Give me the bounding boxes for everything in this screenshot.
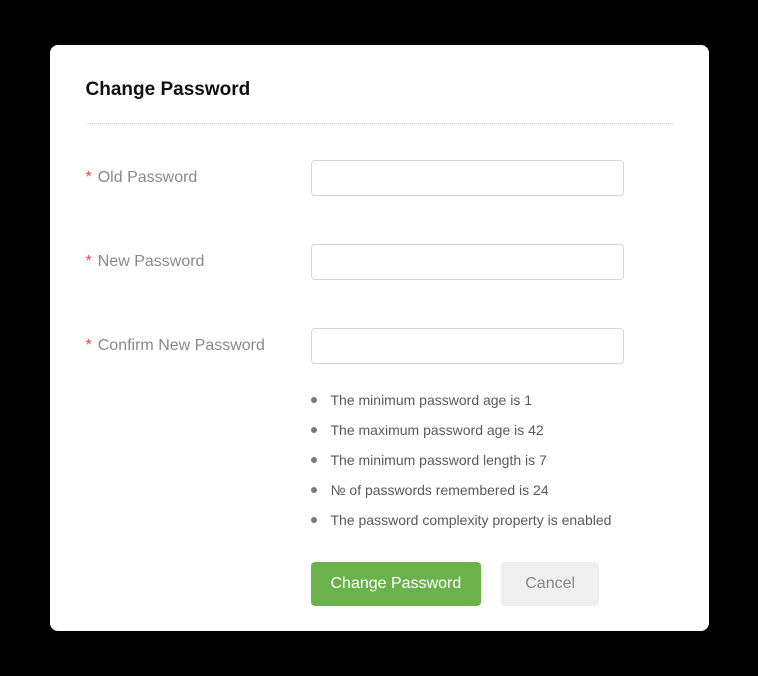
rule-text: The password complexity property is enab…: [331, 512, 612, 528]
list-item: The maximum password age is 42: [311, 422, 612, 438]
password-rules-list: The minimum password age is 1 The maximu…: [311, 392, 612, 528]
form-row-new-password: * New Password: [86, 244, 673, 280]
confirm-password-field[interactable]: [311, 328, 624, 364]
form-row-old-password: * Old Password: [86, 160, 673, 196]
bullet-icon: [311, 397, 317, 403]
bullet-icon: [311, 487, 317, 493]
confirm-password-label: * Confirm New Password: [86, 337, 311, 355]
list-item: The minimum password length is 7: [311, 452, 612, 468]
required-indicator: *: [86, 169, 92, 187]
label-text: Old Password: [98, 169, 198, 187]
change-password-card: Change Password * Old Password * New Pas…: [50, 45, 709, 631]
page-title: Change Password: [86, 79, 673, 101]
change-password-button[interactable]: Change Password: [311, 562, 482, 606]
form-row-confirm-password: * Confirm New Password: [86, 328, 673, 364]
old-password-field[interactable]: [311, 160, 624, 196]
label-text: New Password: [98, 253, 205, 271]
cancel-button[interactable]: Cancel: [501, 562, 599, 606]
new-password-field[interactable]: [311, 244, 624, 280]
bullet-icon: [311, 517, 317, 523]
old-password-label: * Old Password: [86, 169, 311, 187]
password-rules-row: The minimum password age is 1 The maximu…: [86, 392, 673, 528]
bullet-icon: [311, 427, 317, 433]
required-indicator: *: [86, 253, 92, 271]
divider: [86, 123, 673, 124]
rule-text: The minimum password age is 1: [331, 392, 533, 408]
list-item: The minimum password age is 1: [311, 392, 612, 408]
rule-text: The maximum password age is 42: [331, 422, 544, 438]
rule-text: The minimum password length is 7: [331, 452, 547, 468]
rule-text: № of passwords remembered is 24: [331, 482, 549, 498]
list-item: The password complexity property is enab…: [311, 512, 612, 528]
new-password-label: * New Password: [86, 253, 311, 271]
bullet-icon: [311, 457, 317, 463]
list-item: № of passwords remembered is 24: [311, 482, 612, 498]
button-row: Change Password Cancel: [86, 562, 673, 606]
required-indicator: *: [86, 337, 92, 355]
label-text: Confirm New Password: [98, 337, 265, 355]
